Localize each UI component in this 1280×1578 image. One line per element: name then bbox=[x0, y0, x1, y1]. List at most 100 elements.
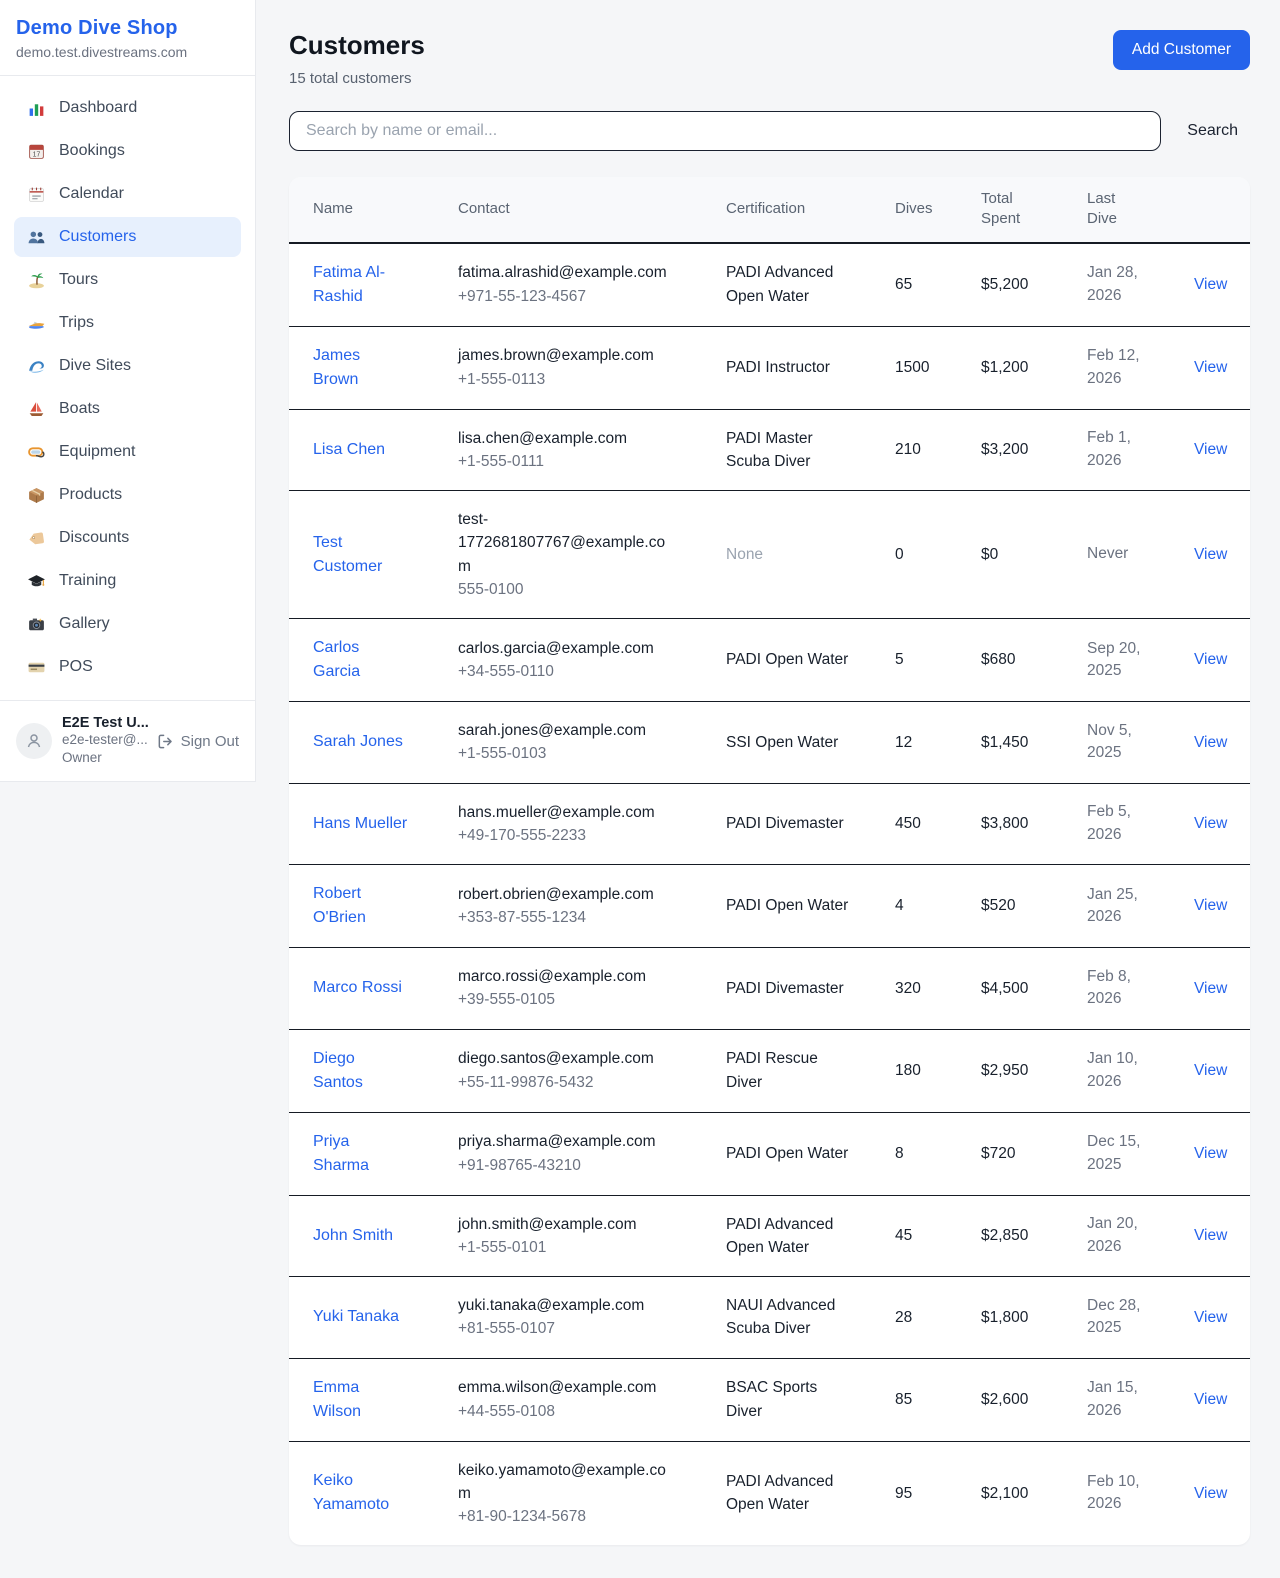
customer-name-link[interactable]: Test Customer bbox=[313, 531, 409, 579]
certification-value: PADI Open Water bbox=[726, 894, 854, 917]
sidebar-item-gallery[interactable]: Gallery bbox=[14, 604, 241, 644]
view-link[interactable]: View bbox=[1194, 441, 1227, 458]
customer-name-link[interactable]: Yuki Tanaka bbox=[313, 1305, 399, 1329]
last-dive-cell: Jan 15, 2026 bbox=[1087, 1360, 1194, 1439]
view-link[interactable]: View bbox=[1194, 980, 1227, 997]
customer-row-emma-wilson: Emma Wilsonemma.wilson@example.com+44-55… bbox=[289, 1359, 1250, 1442]
sidebar-item-bookings[interactable]: 17Bookings bbox=[14, 131, 241, 171]
view-link[interactable]: View bbox=[1194, 1309, 1227, 1326]
sidebar-item-dashboard[interactable]: Dashboard bbox=[14, 88, 241, 128]
view-link[interactable]: View bbox=[1194, 1485, 1227, 1502]
customer-name-link[interactable]: James Brown bbox=[313, 344, 409, 392]
customer-name-link[interactable]: Diego Santos bbox=[313, 1047, 409, 1095]
customer-name-link[interactable]: John Smith bbox=[313, 1224, 393, 1248]
last-dive-value: Jan 10, 2026 bbox=[1087, 1048, 1151, 1093]
sidebar-item-dive-sites[interactable]: Dive Sites bbox=[14, 346, 241, 386]
dive-mask-icon bbox=[26, 442, 46, 462]
view-link[interactable]: View bbox=[1194, 1391, 1227, 1408]
customer-name-cell: John Smith bbox=[313, 1207, 458, 1265]
sidebar-item-pos[interactable]: POS bbox=[14, 647, 241, 687]
customer-email: sarah.jones@example.com bbox=[458, 719, 676, 742]
view-link[interactable]: View bbox=[1194, 897, 1227, 914]
customer-phone: +1-555-0111 bbox=[458, 450, 710, 473]
customer-name-link[interactable]: Marco Rossi bbox=[313, 976, 402, 1000]
sidebar-item-products[interactable]: Products bbox=[14, 475, 241, 515]
table-body: Fatima Al-Rashid fatima.alrashid@example.… bbox=[289, 244, 1250, 1546]
customer-phone: +44-555-0108 bbox=[458, 1400, 710, 1423]
certification-cell: PADI Rescue Diver bbox=[726, 1030, 895, 1111]
sidebar-item-calendar[interactable]: Calendar bbox=[14, 174, 241, 214]
last-dive-cell: Feb 5, 2026 bbox=[1087, 784, 1194, 863]
customer-name-link[interactable]: Carlos Garcia bbox=[313, 636, 409, 684]
customer-name-link[interactable]: Priya Sharma bbox=[313, 1130, 409, 1178]
customer-row-yuki-tanaka: Yuki Tanakayuki.tanaka@example.com+81-55… bbox=[289, 1277, 1250, 1359]
search-form: Search bbox=[289, 111, 1250, 151]
customer-name-link[interactable]: Emma Wilson bbox=[313, 1376, 409, 1424]
customer-row-john-smith: John Smith john.smith@example.com+1-555-0… bbox=[289, 1196, 1250, 1278]
customer-name-link[interactable]: Robert O'Brien bbox=[313, 882, 409, 930]
search-button[interactable]: Search bbox=[1161, 122, 1250, 140]
sidebar-item-training[interactable]: Training bbox=[14, 561, 241, 601]
sidebar-item-discounts[interactable]: Discounts bbox=[14, 518, 241, 558]
last-dive-cell: Feb 10, 2026 bbox=[1087, 1454, 1194, 1533]
customer-contact-cell: john.smith@example.com+1-555-0101 bbox=[458, 1196, 726, 1277]
view-link[interactable]: View bbox=[1194, 1227, 1227, 1244]
dives-cell: 0 bbox=[895, 526, 981, 583]
certification-value: SSI Open Water bbox=[726, 731, 854, 754]
total-spent-cell: $720 bbox=[981, 1125, 1087, 1182]
total-spent-cell: $3,800 bbox=[981, 795, 1087, 852]
actions-cell: View bbox=[1194, 714, 1243, 771]
grad-cap-icon bbox=[26, 571, 46, 591]
sidebar-item-trips[interactable]: Trips bbox=[14, 303, 241, 343]
search-input[interactable] bbox=[289, 111, 1161, 151]
customer-email: marco.rossi@example.com bbox=[458, 965, 676, 988]
sidebar-item-label: Equipment bbox=[59, 443, 136, 461]
certification-value: PADI Open Water bbox=[726, 1142, 854, 1165]
view-link[interactable]: View bbox=[1194, 815, 1227, 832]
actions-cell: View bbox=[1194, 421, 1243, 478]
last-dive-cell: Dec 15, 2025 bbox=[1087, 1114, 1194, 1193]
last-dive-value: Feb 12, 2026 bbox=[1087, 345, 1151, 390]
sidebar-item-label: Products bbox=[59, 486, 122, 504]
certification-value: PADI Master Scuba Diver bbox=[726, 427, 854, 474]
view-link[interactable]: View bbox=[1194, 359, 1227, 376]
sidebar-item-equipment[interactable]: Equipment bbox=[14, 432, 241, 472]
customer-phone: +1-555-0101 bbox=[458, 1236, 710, 1259]
view-link[interactable]: View bbox=[1194, 734, 1227, 751]
view-link[interactable]: View bbox=[1194, 276, 1227, 293]
customer-name-cell: James Brown bbox=[313, 327, 458, 409]
view-link[interactable]: View bbox=[1194, 1145, 1227, 1162]
customer-contact-cell: priya.sharma@example.com+91-98765-43210 bbox=[458, 1113, 726, 1194]
sidebar-item-tours[interactable]: Tours bbox=[14, 260, 241, 300]
actions-cell: View bbox=[1194, 960, 1243, 1017]
customer-name-link[interactable]: Keiko Yamamoto bbox=[313, 1469, 409, 1517]
customer-name-link[interactable]: Sarah Jones bbox=[313, 730, 403, 754]
actions-cell: View bbox=[1194, 1465, 1243, 1522]
customer-phone: +1-555-0113 bbox=[458, 368, 710, 391]
certification-cell: PADI Open Water bbox=[726, 877, 895, 934]
dives-cell: 28 bbox=[895, 1289, 981, 1346]
view-link[interactable]: View bbox=[1194, 651, 1227, 668]
customer-name-link[interactable]: Lisa Chen bbox=[313, 438, 385, 462]
certification-value: NAUI Advanced Scuba Diver bbox=[726, 1294, 854, 1341]
total-spent-cell: $2,100 bbox=[981, 1465, 1087, 1522]
total-spent-cell: $520 bbox=[981, 877, 1087, 934]
total-spent-cell: $680 bbox=[981, 631, 1087, 688]
actions-cell: View bbox=[1194, 1125, 1243, 1182]
customer-phone: +55-11-99876-5432 bbox=[458, 1071, 710, 1094]
sign-out-button[interactable]: Sign Out bbox=[157, 733, 239, 750]
actions-cell: View bbox=[1194, 631, 1243, 688]
customer-contact-cell: fatima.alrashid@example.com+971-55-123-4… bbox=[458, 244, 726, 325]
customer-name-link[interactable]: Hans Mueller bbox=[313, 812, 407, 836]
customer-name-link[interactable]: Fatima Al-Rashid bbox=[313, 261, 409, 309]
view-link[interactable]: View bbox=[1194, 1062, 1227, 1079]
actions-cell: View bbox=[1194, 1207, 1243, 1264]
last-dive-value: Nov 5, 2025 bbox=[1087, 720, 1151, 765]
view-link[interactable]: View bbox=[1194, 546, 1227, 563]
sidebar-item-customers[interactable]: Customers bbox=[14, 217, 241, 257]
customer-name-cell: Sarah Jones bbox=[313, 713, 458, 771]
sidebar-item-boats[interactable]: Boats bbox=[14, 389, 241, 429]
add-customer-button[interactable]: Add Customer bbox=[1113, 30, 1250, 70]
customer-row-test-customer: Test Customertest-1772681807767@example.… bbox=[289, 491, 1250, 619]
customer-row-fatima-al-rashid: Fatima Al-Rashid fatima.alrashid@example.… bbox=[289, 244, 1250, 327]
